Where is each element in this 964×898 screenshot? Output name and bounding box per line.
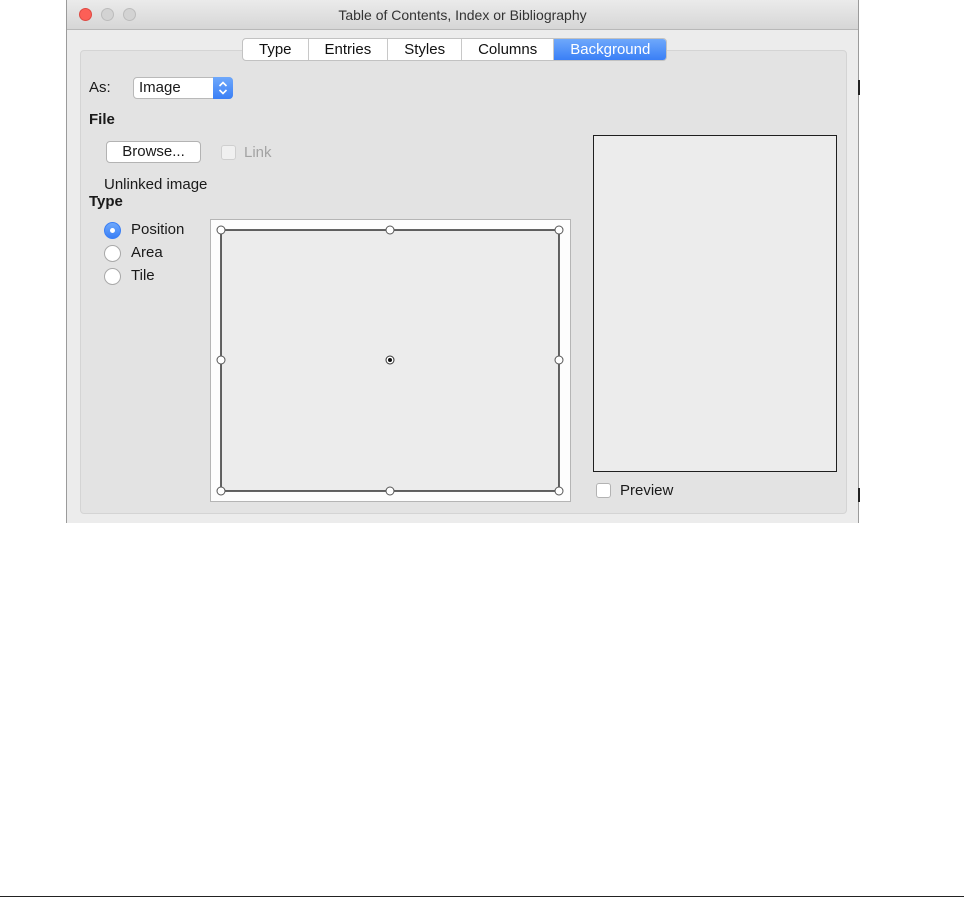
radio-position[interactable] (104, 222, 121, 239)
tab-entries[interactable]: Entries (309, 39, 389, 60)
tab-type[interactable]: Type (243, 39, 309, 60)
as-label: As: (89, 79, 111, 96)
link-checkbox[interactable] (221, 145, 236, 160)
radio-tile[interactable] (104, 268, 121, 285)
radio-tile-label: Tile (131, 267, 155, 284)
tab-background[interactable]: Background (554, 39, 667, 60)
type-heading: Type (89, 193, 123, 210)
as-select[interactable]: Image (133, 77, 233, 99)
file-heading: File (89, 111, 115, 128)
radio-area[interactable] (104, 245, 121, 262)
tab-columns[interactable]: Columns (462, 39, 555, 60)
background-window-edge (858, 80, 860, 95)
title-bar: Table of Contents, Index or Bibliography (67, 0, 858, 30)
preview-checkbox[interactable] (596, 483, 611, 498)
as-select-value: Image (139, 79, 181, 96)
browse-button[interactable]: Browse... (106, 141, 201, 163)
tab-styles[interactable]: Styles (388, 39, 463, 60)
position-grid[interactable] (210, 219, 571, 502)
preview-label: Preview (620, 482, 674, 499)
radio-position-label: Position (131, 221, 185, 238)
radio-area-label: Area (131, 244, 163, 261)
preview-box (593, 135, 837, 472)
page-divider (0, 896, 964, 897)
dialog-window: Table of Contents, Index or Bibliography… (66, 0, 859, 523)
window-title: Table of Contents, Index or Bibliography (338, 7, 587, 23)
file-status-text: Unlinked image (104, 176, 208, 193)
tab-bar: Type Entries Styles Columns Background (242, 38, 668, 61)
select-chevron-icon (213, 77, 233, 99)
link-label: Link (244, 144, 272, 161)
background-window-edge (858, 488, 860, 502)
